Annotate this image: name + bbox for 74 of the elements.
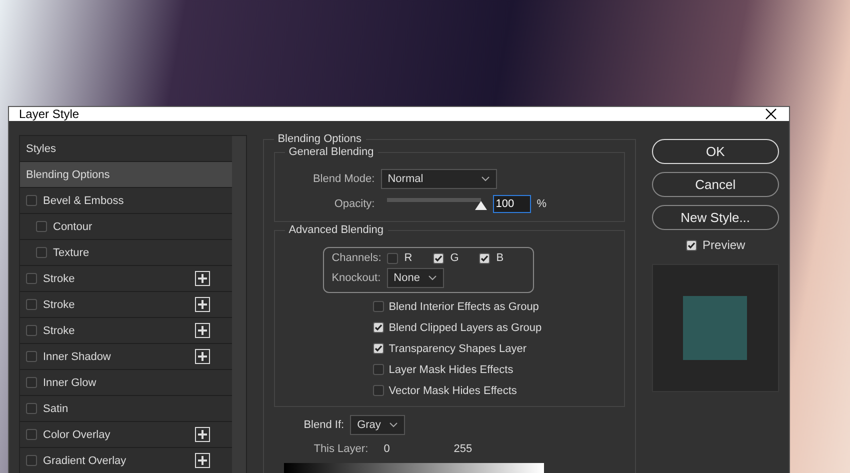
add-icon[interactable] — [194, 349, 210, 364]
sidebar-item[interactable]: Inner Shadow — [20, 344, 232, 370]
add-icon[interactable] — [194, 427, 210, 442]
sidebar-item[interactable]: Stroke — [20, 292, 232, 318]
checkbox-label: B — [496, 252, 504, 264]
dialog-button[interactable]: New Style... — [652, 205, 779, 230]
checkbox[interactable] — [433, 252, 444, 264]
checkbox[interactable] — [36, 221, 47, 232]
checkbox[interactable] — [26, 377, 37, 388]
checkbox-label: Layer Mask Hides Effects — [388, 364, 514, 376]
range-min: 0 — [384, 443, 391, 455]
sidebar-item[interactable]: Stroke — [20, 266, 232, 292]
add-icon[interactable] — [194, 453, 210, 468]
styles-header: Styles — [20, 136, 232, 162]
checkbox-label: G — [450, 252, 459, 264]
checkbox[interactable] — [26, 195, 37, 206]
checkbox[interactable] — [26, 403, 37, 414]
window-title: Layer Style — [19, 107, 80, 121]
sidebar-item[interactable]: Blending Options — [20, 162, 232, 188]
dialog-button[interactable]: OK — [652, 139, 779, 164]
caret-icon — [480, 176, 490, 182]
caret-icon — [388, 422, 398, 428]
field-label: Blend If: — [304, 419, 344, 431]
preview-swatch — [683, 296, 748, 360]
checkbox-label: Preview — [702, 238, 746, 252]
scrollbar[interactable] — [232, 136, 246, 473]
add-icon[interactable] — [194, 297, 210, 312]
range-max: 255 — [454, 443, 472, 455]
checkbox[interactable] — [26, 429, 37, 440]
field-label: Opacity: — [333, 198, 375, 210]
group-title: Advanced Blending — [284, 224, 388, 236]
checkbox[interactable] — [26, 273, 37, 284]
field-label: Knockout: — [332, 272, 381, 284]
checkbox-label: R — [404, 252, 412, 264]
add-icon[interactable] — [194, 323, 210, 338]
dialog-button[interactable]: Cancel — [652, 172, 779, 197]
sidebar-item[interactable]: Inner Glow — [20, 370, 232, 396]
checkbox-label: Blend Clipped Layers as Group — [388, 322, 542, 334]
field-label: Channels: — [332, 252, 382, 264]
checkbox-label: Vector Mask Hides Effects — [388, 384, 517, 396]
checkbox[interactable] — [26, 455, 37, 466]
field-label: Blend Mode: — [312, 173, 375, 185]
checkbox-label: Blend Interior Effects as Group — [388, 300, 539, 312]
close-button[interactable] — [763, 108, 779, 120]
checkbox[interactable] — [372, 322, 384, 333]
opacity-field[interactable]: 100 — [492, 195, 531, 213]
checkbox[interactable] — [26, 325, 37, 336]
unit-label: % — [536, 198, 546, 210]
sidebar-item[interactable]: Texture — [20, 240, 232, 266]
group-title: General Blending — [284, 146, 378, 158]
add-icon[interactable] — [194, 271, 210, 286]
checkbox[interactable] — [372, 364, 384, 375]
checkbox[interactable] — [26, 351, 37, 362]
checkbox[interactable] — [372, 301, 384, 312]
checkbox[interactable] — [372, 343, 384, 354]
sidebar-item[interactable]: Stroke — [20, 318, 232, 344]
checkbox[interactable] — [686, 240, 697, 250]
checkbox[interactable] — [36, 247, 47, 258]
blend-if-dropdown[interactable]: Gray — [350, 415, 405, 435]
blend-mode-dropdown[interactable]: Normal — [380, 169, 497, 189]
sidebar-item[interactable]: Satin — [20, 396, 232, 422]
caret-icon — [428, 275, 437, 281]
checkbox[interactable] — [387, 252, 398, 264]
sidebar-item[interactable]: Bevel & Emboss — [20, 188, 232, 214]
knockout-dropdown[interactable]: None — [386, 268, 444, 288]
checkbox[interactable] — [372, 385, 384, 396]
field-label: This Layer: — [314, 443, 370, 455]
section-title: Blending Options — [274, 133, 366, 145]
sidebar-item[interactable]: Contour — [20, 214, 232, 240]
checkbox[interactable] — [479, 252, 490, 264]
checkbox[interactable] — [26, 299, 37, 310]
sidebar-item[interactable]: Color Overlay — [20, 422, 232, 448]
sidebar-item[interactable]: Gradient Overlay — [20, 448, 232, 473]
checkbox-label: Transparency Shapes Layer — [388, 342, 526, 354]
